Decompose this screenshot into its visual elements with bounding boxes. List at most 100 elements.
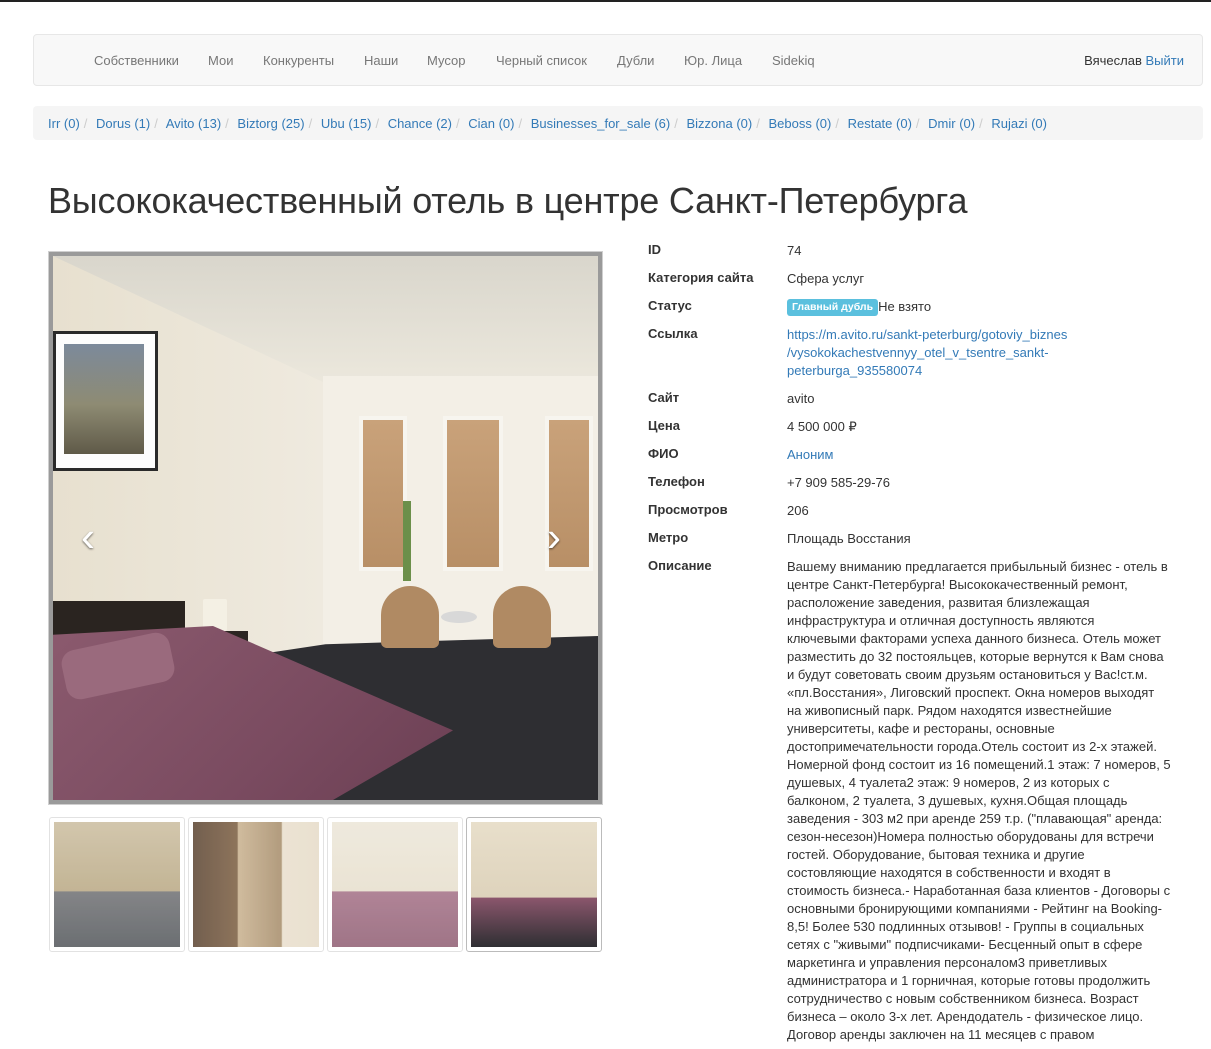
breadcrumb-separator: / <box>83 116 88 131</box>
source-link-cian[interactable]: Cian (0) <box>468 116 514 131</box>
thumbnail-2[interactable] <box>188 817 324 952</box>
source-link-rujazi[interactable]: Rujazi (0) <box>991 116 1047 131</box>
user-name: Вячеслав <box>1084 53 1142 68</box>
description-line: ключевыми факторами успеха данного бизне… <box>787 631 1161 646</box>
source-link-businesses-for-sale[interactable]: Businesses_for_sale (6) <box>531 116 670 131</box>
description-line: расположение заведения, развитая близлеж… <box>787 595 1090 610</box>
description-line: Вашему вниманию предлагается прибыльный … <box>787 559 1168 574</box>
description-line: инфраструктура и отличная доступность яв… <box>787 613 1095 628</box>
nav-item-sidekiq[interactable]: Sidekiq <box>772 53 815 68</box>
nav-item-legal-entities[interactable]: Юр. Лица <box>684 53 742 68</box>
description-line: на живописный парк. Рядом находятся изве… <box>787 703 1112 718</box>
description-line: Номерной фонд состоит из 16 помещений.1 … <box>787 757 1171 772</box>
breadcrumb-separator: / <box>674 116 678 131</box>
thumbnail-image <box>54 822 180 947</box>
photo-plant <box>403 501 411 581</box>
detail-label: Телефон <box>648 474 705 489</box>
breadcrumb-separator: / <box>518 116 523 131</box>
thumbnail-image <box>193 822 319 947</box>
description-line: маркетинга и управления персоналом3 прив… <box>787 955 1107 970</box>
source-link-beboss[interactable]: Beboss (0) <box>768 116 831 131</box>
link-line: https://m.avito.ru/sankt-peterburg/gotov… <box>787 327 1068 342</box>
source-link-irr[interactable]: Irr (0) <box>48 116 80 131</box>
description-line: центре Санкт-Петербурга! Высококачествен… <box>787 577 1128 592</box>
nav-item-trash[interactable]: Мусор <box>427 53 465 68</box>
nav-item-blacklist[interactable]: Черный список <box>496 53 587 68</box>
source-link-avito[interactable]: Avito (13) <box>166 116 221 131</box>
carousel-prev-icon[interactable]: ‹ <box>81 516 95 558</box>
detail-label: Ссылка <box>648 326 698 341</box>
detail-value: avito <box>787 391 815 406</box>
logout-link[interactable]: Выйти <box>1146 53 1185 68</box>
description-line: заведения - 303 м2 при аренде 259 т.р. (… <box>787 811 1163 826</box>
detail-label: Цена <box>648 418 680 433</box>
breadcrumb-separator: / <box>756 116 760 131</box>
breadcrumb-separator: / <box>154 116 158 131</box>
breadcrumb-separator: / <box>835 116 839 131</box>
source-link-dorus[interactable]: Dorus (1) <box>96 116 150 131</box>
breadcrumb-separator: / <box>979 116 983 131</box>
thumbnail-3[interactable] <box>327 817 463 952</box>
top-border <box>0 0 1211 2</box>
photo-window <box>359 416 407 571</box>
user-area: Вячеслав Выйти <box>1084 53 1184 68</box>
photo-table <box>441 611 477 623</box>
nav-item-competitors[interactable]: Конкуренты <box>263 53 334 68</box>
description-line: бизнеса – около 3-х лет. Арендодатель - … <box>787 1009 1144 1024</box>
navbar: Собственники Мои Конкуренты Наши Мусор Ч… <box>33 34 1203 86</box>
description-line: стоимость бизнеса.- Наработанная база кл… <box>787 883 1171 898</box>
status-badge: Главный дубль <box>787 299 879 316</box>
status-text: Не взято <box>878 299 932 314</box>
listing-link[interactable]: https://m.avito.ru/sankt-peterburg/gotov… <box>787 326 1177 380</box>
thumbnail-image <box>471 822 597 947</box>
detail-value: Площадь Восстания <box>787 531 911 546</box>
thumbnail-4[interactable] <box>466 817 602 952</box>
description-line: Договор аренды заключен на 11 месяцев с … <box>787 1027 1095 1042</box>
description-line: достопримечательности города.Отель состо… <box>787 739 1157 754</box>
source-link-biztorg[interactable]: Biztorg (25) <box>237 116 304 131</box>
description-line: и будут советовать своим друзьям останов… <box>787 667 1148 682</box>
nav-item-mine[interactable]: Мои <box>208 53 233 68</box>
description-line: состовляющие находятся в собственности и… <box>787 865 1111 880</box>
description-line: «пл.Восстания», Лиговский проспект. Окна… <box>787 685 1155 700</box>
detail-label: Метро <box>648 530 689 545</box>
description-line: университеты, кафе и рестораны, основные <box>787 721 1055 736</box>
source-link-chance[interactable]: Chance (2) <box>388 116 452 131</box>
source-breadcrumb: Irr (0) / Dorus (1) / Avito (13) / Biztorg … <box>33 106 1203 140</box>
nav-item-owners[interactable]: Собственники <box>94 53 179 68</box>
nav-item-ours[interactable]: Наши <box>364 53 398 68</box>
link-line: /vysokokachestvennyy_otel_v_tsentre_sank… <box>787 345 1049 360</box>
carousel-next-icon[interactable]: › <box>547 516 561 558</box>
description-line: администратора и 1 горничная, которые го… <box>787 973 1151 988</box>
detail-value: Сфера услуг <box>787 271 865 286</box>
photo-lamp <box>203 599 227 631</box>
photo-wall-painting <box>53 331 158 471</box>
link-line: peterburga_935580074 <box>787 363 923 378</box>
description-line: разместить до 32 постояльцев, которые ве… <box>787 649 1164 664</box>
breadcrumb-separator: / <box>915 116 920 131</box>
breadcrumb-separator: / <box>456 116 460 131</box>
description-line: основными бронирующими компаниями - Рейт… <box>787 901 1163 916</box>
nav-item-duplicates[interactable]: Дубли <box>617 53 654 68</box>
thumbnail-1[interactable] <box>49 817 185 952</box>
description-line: балконом, 2 туалета, 3 душевых, кухня.Об… <box>787 793 1128 808</box>
description-line: гостей. Оборудование, бытовая техника и … <box>787 847 1085 862</box>
page-title: Высококачественный отель в центре Санкт-… <box>48 180 968 221</box>
description-text: Вашему вниманию предлагается прибыльный … <box>787 558 1177 1044</box>
detail-value: 206 <box>787 503 809 518</box>
thumbnail-strip <box>49 817 602 953</box>
source-link-dmir[interactable]: Dmir (0) <box>928 116 975 131</box>
detail-label: ID <box>648 242 661 257</box>
breadcrumb-separator: / <box>308 116 313 131</box>
description-line: сетях с "живыми" подписчиками- Бесценный… <box>787 937 1143 952</box>
detail-value: +7 909 585-29-76 <box>787 475 891 490</box>
owner-link[interactable]: Аноним <box>787 446 1177 464</box>
source-link-bizzona[interactable]: Bizzona (0) <box>686 116 752 131</box>
source-link-ubu[interactable]: Ubu (15) <box>321 116 372 131</box>
detail-label: Просмотров <box>648 502 728 517</box>
detail-value: 4 500 000 ₽ <box>787 419 857 434</box>
detail-label: ФИО <box>648 446 679 461</box>
hotel-room-photo: ‹ › <box>53 256 598 800</box>
detail-label: Категория сайта <box>648 270 754 285</box>
source-link-restate[interactable]: Restate (0) <box>848 116 912 131</box>
